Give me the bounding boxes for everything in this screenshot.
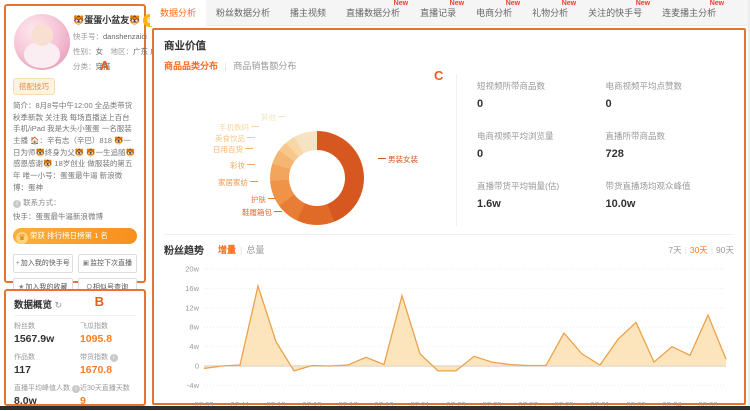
axis-tick-label: 0	[195, 362, 199, 371]
subtab-sales-distribution[interactable]: 商品销售额分布	[233, 61, 296, 71]
pie-label: 家居家纺	[218, 177, 260, 188]
overview-stat-4: 直播平均峰值人数 i8.0w	[14, 383, 80, 407]
tab-4[interactable]: 直播记录New	[410, 0, 466, 26]
new-badge: New	[636, 0, 650, 8]
fans-trend-chart[interactable]: 20w16w12w8w4w0-4w07-0907-1107-1307-1507-…	[164, 261, 734, 411]
overview-stat-0: 粉丝数1567.9w	[14, 321, 80, 345]
biz-stat-3: 直播所带商品数728	[606, 130, 735, 176]
contact-label: i 联系方式：	[13, 197, 137, 208]
kuaishou-id: 快手号：danshenzaici	[73, 31, 137, 42]
overview-stat-5: 近30天直播天数9	[80, 383, 136, 407]
plus-icon: +	[16, 260, 20, 267]
donut-hole	[289, 150, 345, 206]
axis-tick-label: -4w	[187, 381, 200, 390]
biz-stat-5: 带货直播场均观众峰值10.0w	[606, 180, 735, 226]
fans-mode-separator: |	[240, 245, 242, 255]
pie-label: 彩妆	[230, 160, 257, 171]
streamer-name: 🐯蛋蛋小盆友🐯 ♛	[73, 13, 137, 27]
overview-stat-3: 带货指数 i1670.8	[80, 352, 136, 376]
pie-label: 美食饮品	[215, 133, 257, 144]
fans-mode-total[interactable]: 总量	[246, 243, 264, 256]
overview-stats: 粉丝数1567.9w飞瓜指数1095.8作品数117带货指数 i1670.8直播…	[14, 321, 136, 407]
range-separator: |	[685, 245, 687, 255]
annotation-b: B	[95, 294, 104, 309]
biz-stat-1: 电商视频平均点赞数0	[606, 80, 735, 126]
fans-mode-increment[interactable]: 增量	[218, 243, 236, 256]
biz-stat-2: 电商视频平均浏览量0	[477, 130, 606, 176]
category-donut-chart: 男装女装 鞋履箱包 护肤 家居家纺 彩妆 日用百货 美食饮品 手机数码 其他	[164, 74, 456, 226]
contact-value: 快手：蛋蛋最牛逼新浪微博	[13, 211, 137, 222]
tab-3[interactable]: 直播数据分析New	[336, 0, 410, 26]
pie-label: 手机数码	[219, 122, 261, 133]
main-panel: 商业价值 C 商品品类分布 | 商品销售额分布 男装女装 鞋履箱包 护肤 家居家…	[152, 28, 746, 405]
pie-label: 其他	[261, 112, 288, 123]
profile-intro: 简介：8月8号中午12:00 全品类带货 秋季新款 关注我 每场直播送上百台手机…	[13, 100, 137, 193]
pie-label: 护肤	[251, 194, 278, 205]
range-selector: 7天|30天|90天	[668, 244, 734, 256]
axis-tick-label: 8w	[189, 323, 199, 332]
tab-8[interactable]: 连麦播主分析New	[652, 0, 726, 26]
range-separator: |	[711, 245, 713, 255]
tip-tag[interactable]: 搭配技巧	[13, 78, 55, 95]
axis-tick-label: 12w	[185, 303, 199, 312]
rank-badge[interactable]: ♛荣获 排行榜日榜第 1 名	[13, 228, 137, 244]
range-90天[interactable]: 90天	[716, 245, 734, 255]
range-7天[interactable]: 7天	[668, 245, 681, 255]
tab-5[interactable]: 电商分析New	[466, 0, 522, 26]
fans-trend-title: 粉丝趋势	[164, 242, 204, 257]
tab-6[interactable]: 礼物分析New	[522, 0, 578, 26]
new-badge: New	[394, 0, 408, 8]
monitor-icon: ▣	[82, 260, 89, 267]
tab-7[interactable]: 关注的快手号New	[578, 0, 652, 26]
fans-trend-section: 粉丝趋势 增量 | 总量 7天|30天|90天 20w16w12w8w4w0-4…	[164, 234, 734, 411]
avatar[interactable]	[14, 14, 70, 70]
biz-stat-4: 直播带货平均销量(估)1.6w	[477, 180, 606, 226]
profile-action-0[interactable]: +加入我的快手号	[13, 254, 73, 273]
biz-value-title: 商业价值	[164, 38, 734, 53]
new-badge: New	[506, 0, 520, 8]
tab-1[interactable]: 粉丝数据分析	[206, 0, 280, 26]
window-bottom-edge	[0, 406, 750, 410]
profile-card: 🐯蛋蛋小盆友🐯 ♛ 快手号：danshenzaici 性别：女 地区：广东 广州…	[4, 4, 146, 283]
axis-tick-label: 20w	[185, 265, 199, 274]
new-badge: New	[710, 0, 724, 8]
range-30天[interactable]: 30天	[690, 245, 708, 255]
refresh-icon[interactable]: ↻	[55, 300, 63, 310]
profile-action-1[interactable]: ▣监控下次直播	[78, 254, 138, 273]
tab-2[interactable]: 播主视频	[280, 0, 336, 26]
subtab-separator: |	[225, 61, 227, 71]
overview-stat-1: 飞瓜指数1095.8	[80, 321, 136, 345]
biz-stat-0: 短视频所带商品数0	[477, 80, 606, 126]
biz-stats-grid: 短视频所带商品数0电商视频平均点赞数0电商视频平均浏览量0直播所带商品数728直…	[456, 74, 734, 226]
annotation-c: C	[434, 68, 443, 83]
top-tabbar: 数据分析粉丝数据分析播主视频直播数据分析New直播记录New电商分析New礼物分…	[150, 0, 750, 26]
axis-tick-label: 16w	[185, 284, 199, 293]
new-badge: New	[450, 0, 464, 8]
data-overview-title: 数据概览 ↻ B	[14, 297, 136, 316]
info-icon: i	[13, 200, 21, 208]
area-fill	[204, 286, 726, 371]
annotation-a: A	[100, 58, 109, 73]
gender-region: 性别：女 地区：广东 广州市	[73, 46, 137, 57]
pie-label: 日用百货	[213, 144, 255, 155]
pie-label: 男装女装	[376, 154, 418, 165]
overview-stat-2: 作品数117	[14, 352, 80, 376]
tab-0[interactable]: 数据分析	[150, 0, 206, 26]
info-icon: i	[72, 385, 80, 393]
trophy-icon: ♛	[16, 232, 28, 244]
info-icon: i	[110, 354, 118, 362]
new-badge: New	[562, 0, 576, 8]
data-overview-card: 数据概览 ↻ B 粉丝数1567.9w飞瓜指数1095.8作品数117带货指数 …	[4, 289, 146, 406]
subtab-category-distribution[interactable]: 商品品类分布	[164, 61, 218, 71]
axis-tick-label: 4w	[189, 342, 199, 351]
pie-label: 鞋履箱包	[242, 207, 284, 218]
